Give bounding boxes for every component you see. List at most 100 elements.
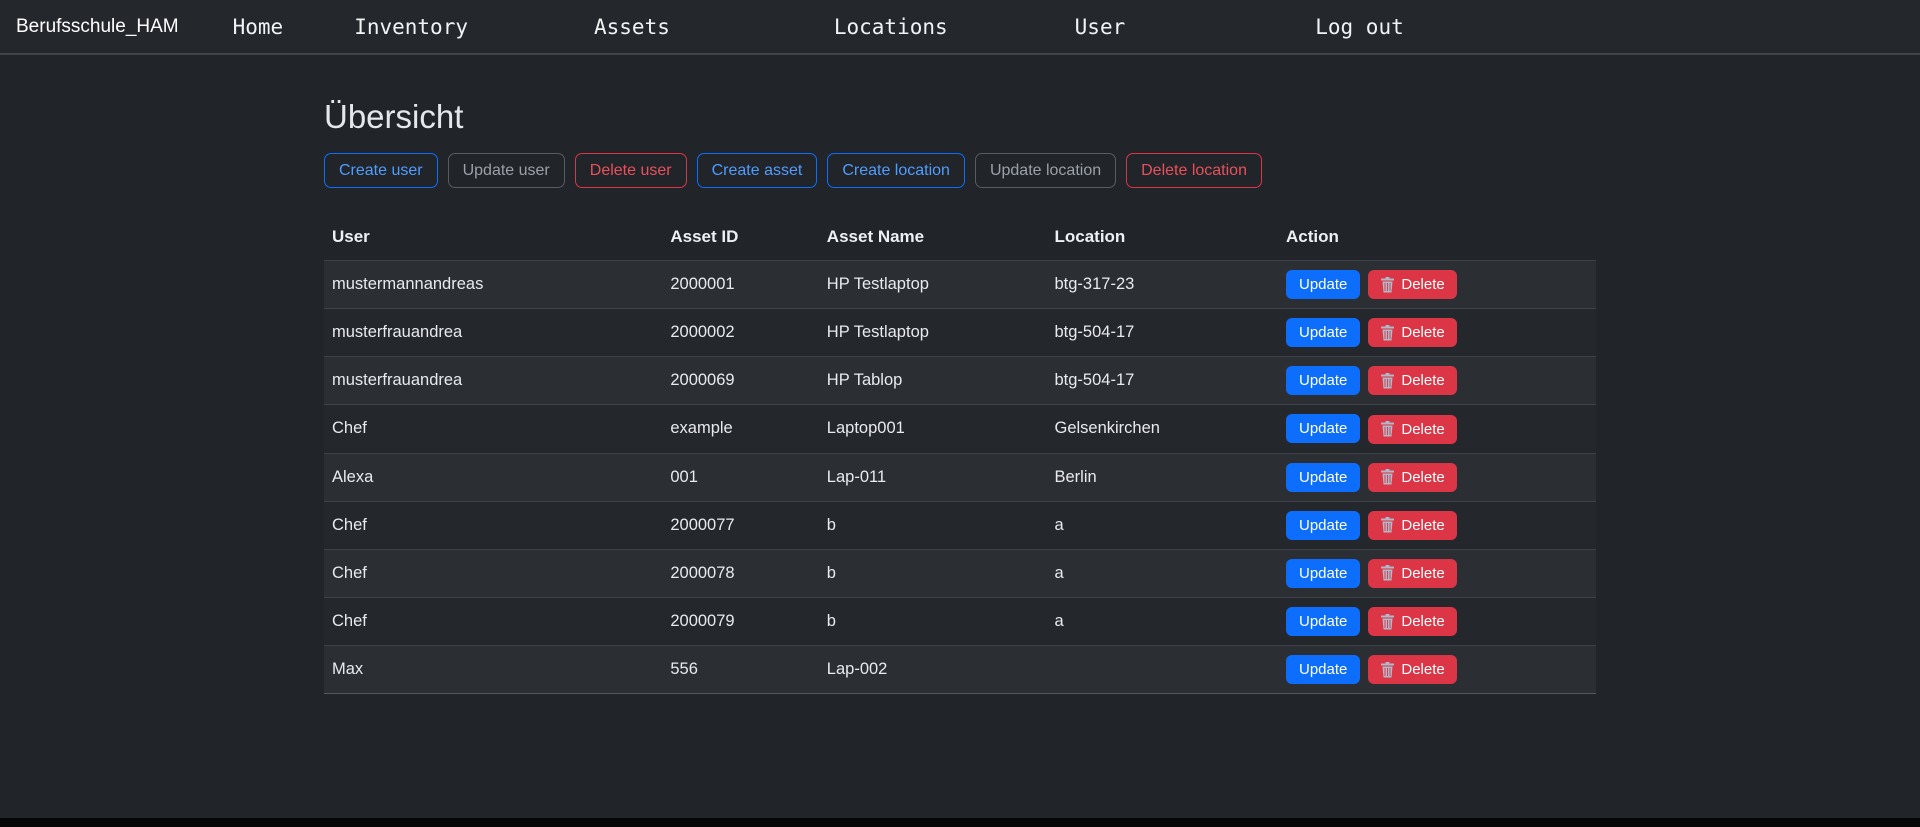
delete-user-button[interactable]: Delete user bbox=[575, 153, 687, 188]
trash-icon bbox=[1380, 565, 1395, 581]
cell-location: btg-504-17 bbox=[1046, 357, 1278, 405]
delete-button[interactable]: Delete bbox=[1368, 463, 1456, 492]
delete-location-button[interactable]: Delete location bbox=[1126, 153, 1262, 188]
update-button[interactable]: Update bbox=[1286, 318, 1360, 347]
nav-item-locations[interactable]: Locations bbox=[834, 15, 948, 39]
cell-action: Update Delete bbox=[1278, 453, 1596, 501]
cell-asset-id: 2000002 bbox=[662, 309, 818, 357]
trash-icon bbox=[1380, 373, 1395, 389]
action-button-row: Create user Update user Delete user Create … bbox=[324, 153, 1596, 188]
table-body: mustermannandreas2000001HP Testlaptopbtg… bbox=[324, 261, 1596, 694]
column-header-user: User bbox=[324, 214, 662, 261]
cell-user: Alexa bbox=[324, 453, 662, 501]
table-row: musterfrauandrea2000002HP Testlaptopbtg-… bbox=[324, 309, 1596, 357]
update-button[interactable]: Update bbox=[1286, 366, 1360, 395]
update-user-button[interactable]: Update user bbox=[448, 153, 565, 188]
cell-asset-id: example bbox=[662, 405, 818, 453]
cell-asset-id: 2000079 bbox=[662, 597, 818, 645]
main-content: Übersicht Create userUpdate userDelete u… bbox=[324, 98, 1596, 694]
update-button[interactable]: Update bbox=[1286, 270, 1360, 299]
column-header-asset-id: Asset ID bbox=[662, 214, 818, 261]
table-header: UserAsset IDAsset NameLocationAction bbox=[324, 214, 1596, 261]
table-row: ChefexampleLaptop001GelsenkirchenUpdateD… bbox=[324, 405, 1596, 453]
delete-button-label: Delete bbox=[1401, 613, 1444, 630]
cell-asset-id: 2000001 bbox=[662, 261, 818, 309]
cell-asset-id: 556 bbox=[662, 646, 818, 694]
brand-logo[interactable]: Berufsschule_HAM bbox=[16, 16, 179, 38]
delete-button-label: Delete bbox=[1401, 661, 1444, 678]
cell-action: Update Delete bbox=[1278, 597, 1596, 645]
cell-asset-name: b bbox=[819, 549, 1047, 597]
cell-asset-name: HP Tablop bbox=[819, 357, 1047, 405]
trash-icon bbox=[1380, 277, 1395, 293]
cell-location: Berlin bbox=[1046, 453, 1278, 501]
trash-icon bbox=[1380, 662, 1395, 678]
delete-button-label: Delete bbox=[1401, 324, 1444, 341]
delete-button[interactable]: Delete bbox=[1368, 559, 1456, 588]
delete-button[interactable]: Delete bbox=[1368, 415, 1456, 444]
table-row: Chef2000078baUpdateDelete bbox=[324, 549, 1596, 597]
cell-action: Update Delete bbox=[1278, 309, 1596, 357]
table-row: Max556Lap-002UpdateDelete bbox=[324, 646, 1596, 694]
cell-user: musterfrauandrea bbox=[324, 309, 662, 357]
cell-asset-name: b bbox=[819, 597, 1047, 645]
cell-asset-name: b bbox=[819, 501, 1047, 549]
nav-item-home[interactable]: Home bbox=[233, 15, 284, 39]
column-header-asset-name: Asset Name bbox=[819, 214, 1047, 261]
cell-asset-name: HP Testlaptop bbox=[819, 261, 1047, 309]
trash-icon bbox=[1380, 325, 1395, 341]
update-button[interactable]: Update bbox=[1286, 655, 1360, 684]
update-button[interactable]: Update bbox=[1286, 414, 1360, 443]
delete-button[interactable]: Delete bbox=[1368, 270, 1456, 299]
delete-button-label: Delete bbox=[1401, 372, 1444, 389]
nav-item-assets[interactable]: Assets bbox=[594, 15, 670, 39]
create-user-button[interactable]: Create user bbox=[324, 153, 438, 188]
create-asset-button[interactable]: Create asset bbox=[697, 153, 818, 188]
cell-asset-id: 001 bbox=[662, 453, 818, 501]
cell-action: Update Delete bbox=[1278, 549, 1596, 597]
delete-button[interactable]: Delete bbox=[1368, 655, 1456, 684]
delete-button-label: Delete bbox=[1401, 421, 1444, 438]
window-bottom-edge bbox=[0, 818, 1920, 827]
table-row: musterfrauandrea2000069HP Tablopbtg-504-… bbox=[324, 357, 1596, 405]
delete-button[interactable]: Delete bbox=[1368, 318, 1456, 347]
delete-button-label: Delete bbox=[1401, 469, 1444, 486]
update-button[interactable]: Update bbox=[1286, 511, 1360, 540]
update-button[interactable]: Update bbox=[1286, 463, 1360, 492]
nav-item-inventory[interactable]: Inventory bbox=[354, 15, 468, 39]
cell-asset-name: HP Testlaptop bbox=[819, 309, 1047, 357]
nav-item-user[interactable]: User bbox=[1075, 15, 1126, 39]
cell-user: Chef bbox=[324, 597, 662, 645]
cell-user: musterfrauandrea bbox=[324, 357, 662, 405]
cell-user: Chef bbox=[324, 549, 662, 597]
cell-location: btg-504-17 bbox=[1046, 309, 1278, 357]
delete-button[interactable]: Delete bbox=[1368, 511, 1456, 540]
update-location-button[interactable]: Update location bbox=[975, 153, 1116, 188]
delete-button[interactable]: Delete bbox=[1368, 607, 1456, 636]
cell-location: btg-317-23 bbox=[1046, 261, 1278, 309]
delete-button-label: Delete bbox=[1401, 276, 1444, 293]
column-header-action: Action bbox=[1278, 214, 1596, 261]
cell-user: Max bbox=[324, 646, 662, 694]
assets-table: UserAsset IDAsset NameLocationAction mus… bbox=[324, 214, 1596, 694]
trash-icon bbox=[1380, 421, 1395, 437]
update-button[interactable]: Update bbox=[1286, 607, 1360, 636]
nav-item-log-out[interactable]: Log out bbox=[1315, 15, 1404, 39]
cell-action: Update Delete bbox=[1278, 357, 1596, 405]
top-navbar: Berufsschule_HAM Home Inventory Assets Loca… bbox=[0, 0, 1920, 55]
cell-asset-name: Laptop001 bbox=[819, 405, 1047, 453]
create-location-button[interactable]: Create location bbox=[827, 153, 965, 188]
cell-location: a bbox=[1046, 549, 1278, 597]
table-row: Chef2000079baUpdateDelete bbox=[324, 597, 1596, 645]
cell-action: Update Delete bbox=[1278, 646, 1596, 694]
cell-user: Chef bbox=[324, 405, 662, 453]
delete-button[interactable]: Delete bbox=[1368, 366, 1456, 395]
cell-user: Chef bbox=[324, 501, 662, 549]
update-button[interactable]: Update bbox=[1286, 559, 1360, 588]
column-header-location: Location bbox=[1046, 214, 1278, 261]
cell-asset-id: 2000077 bbox=[662, 501, 818, 549]
table-row: Alexa001Lap-011BerlinUpdateDelete bbox=[324, 453, 1596, 501]
trash-icon bbox=[1380, 469, 1395, 485]
table-header-row: UserAsset IDAsset NameLocationAction bbox=[324, 214, 1596, 261]
cell-asset-id: 2000069 bbox=[662, 357, 818, 405]
